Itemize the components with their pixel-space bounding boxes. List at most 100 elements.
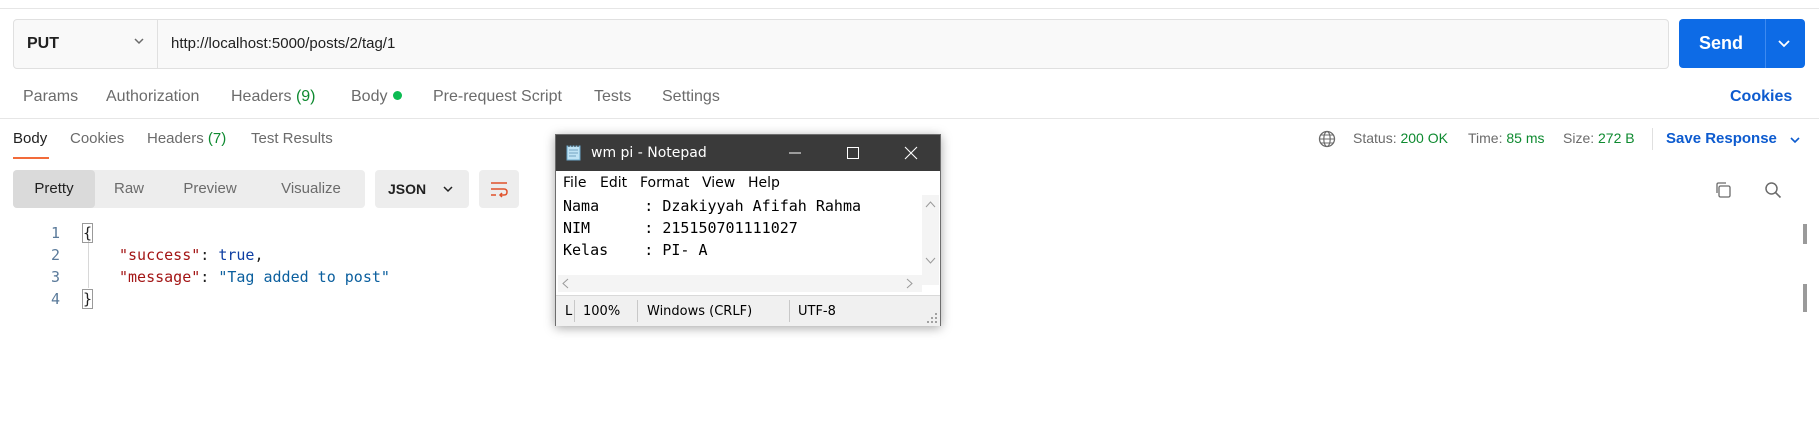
format-select[interactable]: JSON bbox=[375, 170, 469, 208]
minimize-button[interactable] bbox=[766, 135, 824, 171]
active-tab-underline bbox=[13, 157, 49, 159]
tab-settings[interactable]: Settings bbox=[662, 88, 720, 106]
close-icon bbox=[904, 146, 918, 160]
status-separator bbox=[637, 300, 638, 322]
notepad-text-area[interactable]: Nama : Dzakiyyah Afifah Rahma NIM : 2151… bbox=[558, 195, 924, 269]
tab-body[interactable]: Body bbox=[351, 88, 403, 106]
line-number: 4 bbox=[50, 290, 60, 308]
code-line: } bbox=[81, 289, 94, 309]
status-readout: Status: 200 OK bbox=[1353, 130, 1448, 146]
response-tab-test-results[interactable]: Test Results bbox=[251, 130, 333, 147]
format-label: JSON bbox=[388, 181, 427, 197]
wrap-lines-button[interactable] bbox=[479, 170, 519, 208]
response-tab-headers-count: (7) bbox=[207, 130, 227, 147]
view-mode-selector: Pretty Raw Preview Visualize bbox=[13, 170, 365, 208]
top-divider bbox=[0, 0, 1819, 9]
time-readout: Time: 85 ms bbox=[1468, 130, 1545, 146]
scrollbar-thumb[interactable] bbox=[1803, 284, 1807, 312]
response-tab-cookies[interactable]: Cookies bbox=[70, 130, 124, 147]
line-ending: Windows (CRLF) bbox=[647, 304, 753, 319]
menu-view[interactable]: View bbox=[702, 175, 735, 191]
save-response-button[interactable]: Save Response bbox=[1666, 130, 1777, 147]
chevron-down-icon bbox=[443, 186, 453, 193]
tab-pre-request-script[interactable]: Pre-request Script bbox=[433, 88, 562, 106]
menu-format[interactable]: Format bbox=[640, 175, 689, 191]
notepad-title: wm pi - Notepad bbox=[591, 145, 707, 161]
method-label: PUT bbox=[27, 35, 59, 52]
code-line: "message": "Tag added to post" bbox=[119, 268, 390, 286]
close-button[interactable] bbox=[882, 135, 940, 171]
json-value: "Tag added to post" bbox=[218, 268, 390, 286]
horizontal-scrollbar[interactable] bbox=[558, 275, 922, 292]
cursor-position: L bbox=[565, 304, 573, 319]
line-number: 3 bbox=[50, 268, 60, 286]
status-label: Status: bbox=[1353, 130, 1397, 146]
menu-file[interactable]: File bbox=[563, 175, 586, 191]
search-icon[interactable] bbox=[1764, 181, 1782, 199]
response-tab-headers-label: Headers bbox=[147, 130, 204, 147]
send-label: Send bbox=[1699, 33, 1744, 53]
json-key: "message" bbox=[119, 268, 201, 286]
tab-headers-label: Headers bbox=[231, 88, 292, 105]
tab-authorization[interactable]: Authorization bbox=[106, 88, 199, 106]
save-divider bbox=[1652, 128, 1653, 150]
scroll-arrows-icon bbox=[925, 201, 936, 264]
chevron-down-icon bbox=[134, 38, 144, 45]
scroll-arrows-icon bbox=[562, 278, 913, 289]
zoom-level: 100% bbox=[583, 304, 621, 319]
response-tab-body[interactable]: Body bbox=[13, 130, 47, 147]
body-indicator-dot bbox=[393, 91, 403, 100]
notepad-title-bar[interactable]: wm pi - Notepad bbox=[556, 135, 940, 171]
size-readout: Size: 272 B bbox=[1563, 130, 1635, 146]
maximize-icon bbox=[847, 147, 859, 159]
json-comma: , bbox=[254, 246, 264, 264]
method-select[interactable]: PUT bbox=[14, 20, 158, 68]
cookies-link[interactable]: Cookies bbox=[1730, 88, 1792, 106]
tab-body-label: Body bbox=[351, 88, 388, 105]
status-separator bbox=[789, 300, 790, 322]
resize-grip-icon[interactable] bbox=[926, 312, 938, 324]
code-line: "success": true, bbox=[119, 246, 264, 264]
tab-tests[interactable]: Tests bbox=[594, 88, 631, 106]
notepad-icon bbox=[566, 145, 581, 161]
minimize-icon bbox=[789, 152, 801, 154]
chevron-down-icon[interactable] bbox=[1788, 133, 1802, 147]
chevron-down-icon[interactable] bbox=[1776, 35, 1792, 51]
vertical-scrollbar[interactable] bbox=[922, 195, 939, 285]
time-value: 85 ms bbox=[1506, 130, 1545, 146]
tab-headers-count: (9) bbox=[295, 88, 316, 105]
response-tab-headers[interactable]: Headers (7) bbox=[147, 130, 226, 147]
copy-icon[interactable] bbox=[1714, 181, 1732, 199]
send-button[interactable]: Send bbox=[1679, 19, 1805, 68]
wrap-lines-icon bbox=[491, 182, 508, 198]
url-input[interactable]: http://localhost:5000/posts/2/tag/1 bbox=[171, 35, 395, 52]
encoding: UTF-8 bbox=[798, 304, 836, 319]
status-value: 200 OK bbox=[1400, 130, 1448, 146]
indent-guide bbox=[88, 241, 89, 288]
text-line: NIM : 215150701111027 bbox=[563, 219, 798, 237]
status-separator bbox=[574, 300, 575, 322]
menu-help[interactable]: Help bbox=[748, 175, 780, 191]
tab-headers[interactable]: Headers (9) bbox=[231, 88, 316, 106]
time-label: Time: bbox=[1468, 130, 1503, 146]
menu-edit[interactable]: Edit bbox=[600, 175, 627, 191]
close-brace: } bbox=[81, 289, 94, 309]
size-value: 272 B bbox=[1598, 130, 1635, 146]
view-preview[interactable]: Preview bbox=[163, 170, 257, 208]
size-label: Size: bbox=[1563, 130, 1595, 146]
maximize-button[interactable] bbox=[824, 135, 882, 171]
request-bar: PUT http://localhost:5000/posts/2/tag/1 bbox=[13, 19, 1669, 69]
json-key: "success" bbox=[119, 246, 201, 264]
view-visualize[interactable]: Visualize bbox=[257, 170, 365, 208]
text-line: Kelas : PI- A bbox=[563, 241, 708, 259]
view-raw[interactable]: Raw bbox=[95, 170, 163, 208]
scrollbar-thumb[interactable] bbox=[1803, 224, 1807, 244]
json-colon: : bbox=[200, 268, 219, 286]
text-line: Nama : Dzakiyyah Afifah Rahma bbox=[563, 197, 862, 215]
tabs-divider bbox=[0, 118, 1819, 119]
line-number: 2 bbox=[50, 246, 60, 264]
tab-params[interactable]: Params bbox=[23, 88, 78, 106]
globe-icon[interactable] bbox=[1318, 130, 1336, 148]
json-colon: : bbox=[200, 246, 219, 264]
view-pretty[interactable]: Pretty bbox=[13, 170, 95, 208]
